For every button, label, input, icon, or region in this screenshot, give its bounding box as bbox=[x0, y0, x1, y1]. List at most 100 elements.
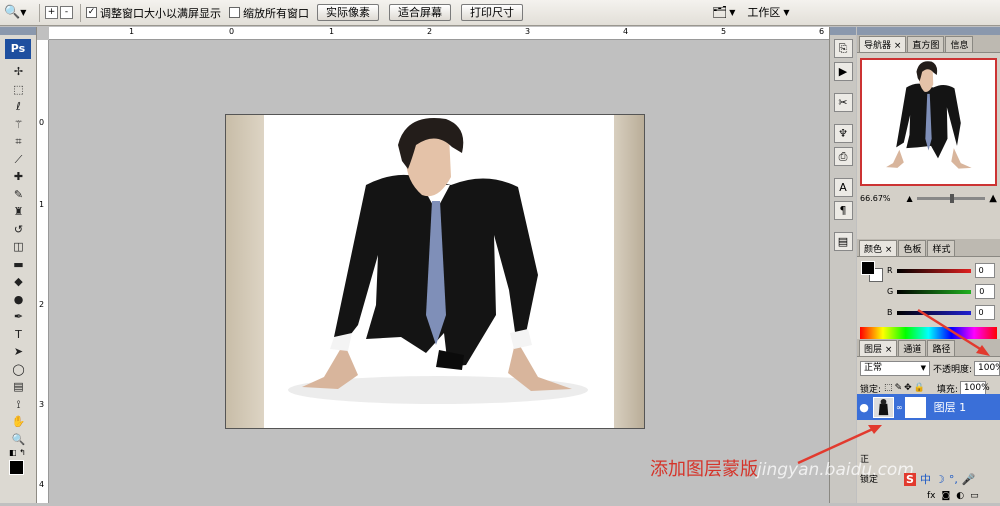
brushes-icon[interactable]: ♆ bbox=[833, 124, 853, 143]
dodge-tool-icon[interactable]: ● bbox=[0, 291, 37, 309]
lock-all-icon[interactable]: 🔒 bbox=[914, 383, 925, 393]
new-group-icon[interactable]: ▭ bbox=[970, 491, 979, 501]
ps-logo[interactable]: Ps bbox=[5, 39, 31, 59]
ime-mode-label[interactable]: 中 bbox=[920, 471, 931, 487]
hand-tool-icon[interactable]: ✋ bbox=[0, 413, 37, 431]
zoom-tool-preset[interactable]: 🔍 ▼ bbox=[4, 3, 34, 23]
zoom-all-windows-checkbox[interactable]: 缩放所有窗口 bbox=[229, 5, 309, 21]
navigator-preview[interactable] bbox=[860, 58, 997, 186]
fg-color-swatch[interactable] bbox=[861, 261, 875, 275]
print-size-button[interactable]: 打印尺寸 bbox=[461, 4, 523, 21]
brush-tool-icon[interactable]: ✎ bbox=[0, 186, 37, 204]
tab-layers[interactable]: 图层 × bbox=[859, 340, 898, 356]
zoom-out-button[interactable]: - bbox=[60, 6, 73, 19]
zoom-out-mountain-icon[interactable]: ▲ bbox=[907, 194, 913, 203]
channel-slider[interactable] bbox=[897, 289, 972, 294]
resize-windows-label: 调整窗口大小以满屏显示 bbox=[100, 6, 221, 20]
character-icon[interactable]: A bbox=[833, 178, 853, 197]
actual-pixels-button[interactable]: 实际像素 bbox=[317, 4, 379, 21]
gradient-tool-icon[interactable]: ▬ bbox=[0, 256, 37, 274]
panels-grip[interactable] bbox=[857, 27, 1000, 35]
watermark-text: jingyan.baidu.com bbox=[757, 460, 914, 480]
sogou-logo-icon[interactable]: S bbox=[904, 472, 916, 486]
moon-icon[interactable]: ☽ bbox=[935, 473, 945, 486]
toolbox-grip[interactable] bbox=[0, 27, 36, 35]
clone-source-icon[interactable]: ⎙ bbox=[833, 147, 853, 166]
microphone-icon[interactable]: 🎤 bbox=[962, 473, 976, 486]
color-panel-body: R0G0B0 bbox=[857, 257, 1000, 339]
add-mask-icon[interactable]: ◙ bbox=[942, 491, 951, 501]
path-select-icon[interactable]: ➤ bbox=[0, 343, 37, 361]
tab-color[interactable]: 颜色 × bbox=[859, 240, 898, 256]
channel-value-field[interactable]: 0 bbox=[975, 284, 996, 299]
resize-windows-checkbox[interactable]: ✓ 调整窗口大小以满屏显示 bbox=[86, 5, 221, 21]
channel-slider[interactable] bbox=[896, 268, 971, 273]
actions-icon[interactable]: ▶ bbox=[833, 62, 853, 81]
document-image[interactable] bbox=[225, 114, 645, 429]
fit-screen-button[interactable]: 适合屏幕 bbox=[389, 4, 451, 21]
tab-channels[interactable]: 通道 bbox=[898, 340, 927, 356]
checkmark-icon[interactable]: ✓ bbox=[86, 7, 97, 18]
workspace-menu[interactable]: 🗂 ▼ 工作区 ▼ bbox=[712, 4, 790, 20]
fill-label: 填充: bbox=[936, 384, 958, 395]
eye-icon[interactable]: ● bbox=[857, 401, 871, 414]
blend-mode-select[interactable]: 正常 ▼ bbox=[860, 360, 930, 376]
layer-mask-thumbnail[interactable] bbox=[904, 396, 926, 418]
punctuation-icon[interactable]: °, bbox=[949, 473, 958, 486]
opacity-field[interactable]: 100% bbox=[974, 360, 1000, 376]
layer-thumbnail[interactable] bbox=[873, 396, 894, 418]
dock-grip[interactable] bbox=[830, 27, 856, 35]
tab-histogram[interactable]: 直方图 bbox=[907, 36, 945, 52]
layer-style-icon[interactable]: fx bbox=[927, 491, 936, 501]
chain-link-icon[interactable]: ∞ bbox=[896, 403, 903, 412]
lock-paint-icon[interactable]: ✎ bbox=[895, 383, 903, 393]
pen-tool-icon[interactable]: ✒ bbox=[0, 308, 37, 326]
lock-label: 锁定: bbox=[860, 384, 882, 395]
marquee-tool-icon[interactable]: ⬚ bbox=[0, 81, 37, 99]
history-brush-icon[interactable]: ↺ bbox=[0, 221, 37, 239]
history-icon[interactable]: ⎘ bbox=[833, 39, 853, 58]
type-tool-icon[interactable]: T bbox=[0, 326, 37, 344]
zoom-in-mountain-icon[interactable]: ▲ bbox=[989, 193, 997, 204]
navigator-zoom-slider[interactable] bbox=[916, 193, 986, 203]
eyedropper-icon[interactable]: ⟟ bbox=[0, 396, 37, 414]
clone-stamp-icon[interactable]: ♜ bbox=[0, 203, 37, 221]
checkbox-box[interactable] bbox=[229, 7, 240, 18]
slider-handle[interactable] bbox=[949, 193, 954, 203]
channel-slider[interactable] bbox=[896, 310, 971, 315]
layer-comps-icon[interactable]: ▤ bbox=[833, 232, 853, 251]
layer-name[interactable]: 图层 1 bbox=[934, 399, 967, 415]
color-channel-row: G0 bbox=[857, 281, 1000, 302]
navigator-zoom-value[interactable]: 66.67% bbox=[860, 194, 891, 203]
lasso-tool-icon[interactable]: ℓ bbox=[0, 98, 37, 116]
blur-tool-icon[interactable]: ◆ bbox=[0, 273, 37, 291]
default-colors-icon[interactable]: ◧ ↰ bbox=[0, 448, 36, 460]
tool-presets-icon[interactable]: ✂ bbox=[833, 93, 853, 112]
lock-transparent-icon[interactable]: ⬚ bbox=[884, 383, 893, 393]
crop-tool-icon[interactable]: ⌗ bbox=[0, 133, 37, 151]
ruler-horizontal: 1 0 1 2 3 4 5 6 bbox=[49, 27, 829, 40]
eraser-tool-icon[interactable]: ◫ bbox=[0, 238, 37, 256]
magic-wand-icon[interactable]: ⚚ bbox=[0, 116, 37, 134]
tab-styles[interactable]: 样式 bbox=[927, 240, 956, 256]
lock-move-icon[interactable]: ✥ bbox=[904, 383, 912, 393]
foreground-color-swatch[interactable] bbox=[9, 460, 24, 475]
tab-info[interactable]: 信息 bbox=[945, 36, 974, 52]
channel-value-field[interactable]: 0 bbox=[974, 263, 995, 278]
zoom-tool-icon[interactable]: 🔍 bbox=[0, 431, 37, 449]
move-tool-icon[interactable]: ✢ bbox=[0, 63, 37, 81]
tab-navigator[interactable]: 导航器 × bbox=[859, 36, 907, 52]
healing-brush-icon[interactable]: ✚ bbox=[0, 168, 37, 186]
channel-value-field[interactable]: 0 bbox=[974, 305, 995, 320]
notes-tool-icon[interactable]: ▤ bbox=[0, 378, 37, 396]
paragraph-icon[interactable]: ¶ bbox=[833, 201, 853, 220]
slice-tool-icon[interactable]: ⟋ bbox=[0, 151, 37, 169]
tab-swatches[interactable]: 色板 bbox=[898, 240, 927, 256]
adjustment-layer-icon[interactable]: ◐ bbox=[956, 491, 964, 501]
shape-tool-icon[interactable]: ◯ bbox=[0, 361, 37, 379]
tab-paths[interactable]: 路径 bbox=[927, 340, 956, 356]
color-spectrum[interactable] bbox=[860, 327, 997, 339]
ruler-tick-label: 2 bbox=[427, 27, 433, 36]
layer-row-selected[interactable]: ● ∞ 图层 1 bbox=[857, 394, 1000, 420]
zoom-in-button[interactable]: + bbox=[45, 6, 58, 19]
